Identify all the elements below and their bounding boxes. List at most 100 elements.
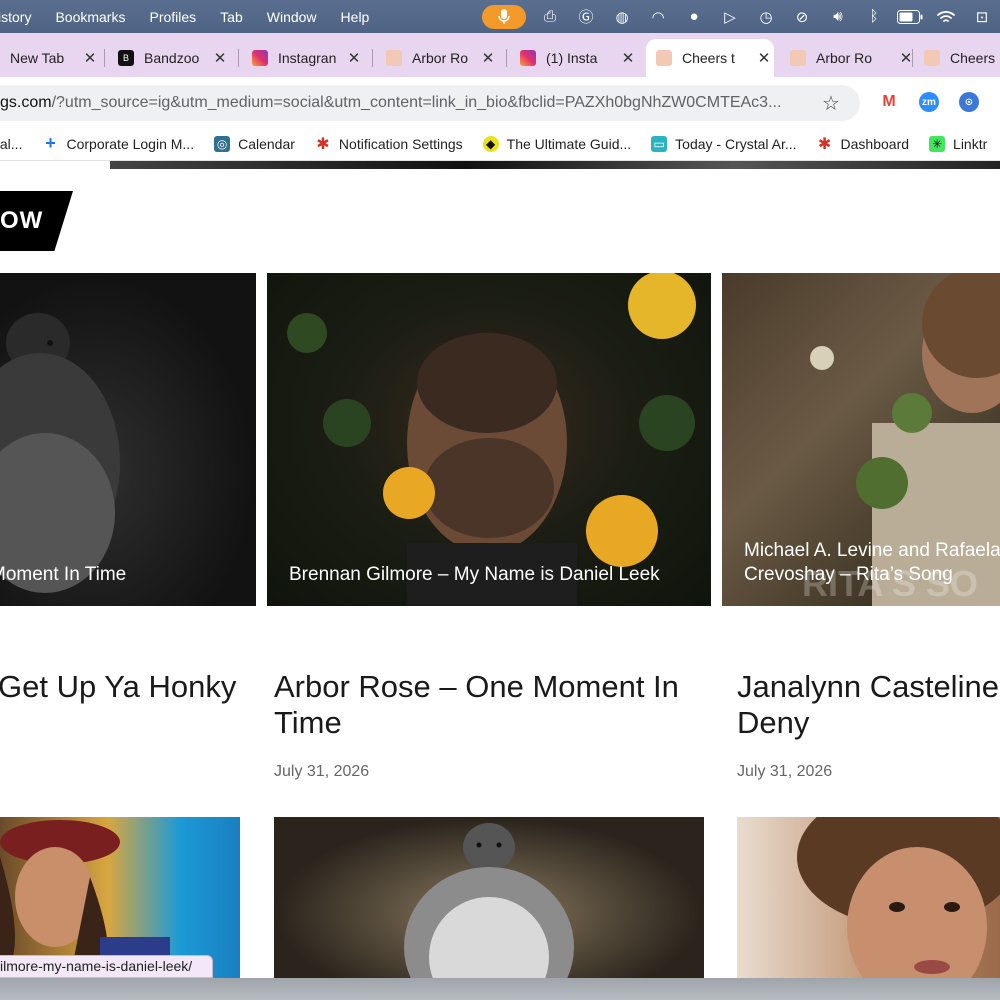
menu-window[interactable]: Window <box>255 9 329 25</box>
site-icon <box>386 50 402 66</box>
card-caption: Brennan Gilmore – My Name is Daniel Leek <box>289 564 660 585</box>
card-caption: Moment In Time <box>0 564 127 585</box>
site-icon <box>790 50 806 66</box>
bookmark-portal[interactable]: tal... <box>0 136 22 152</box>
tab-separator <box>238 49 239 67</box>
tab-instagram-notifications[interactable]: (1) Insta ✕ <box>520 39 638 77</box>
close-icon[interactable]: ✕ <box>344 49 364 67</box>
post-title-line: Janalynn Casteline <box>737 669 999 704</box>
site-icon <box>656 50 672 66</box>
pigeon-image <box>0 313 120 593</box>
wireless-off-icon[interactable]: ⊘ <box>784 0 820 33</box>
menu-tab[interactable]: Tab <box>208 9 255 25</box>
post-thumbnail-janalynn[interactable] <box>737 817 1000 978</box>
grammarly-icon[interactable]: Ⓖ <box>568 0 604 33</box>
close-icon[interactable]: ✕ <box>478 49 498 67</box>
tab-cheers-2[interactable]: Cheers <box>924 39 1000 77</box>
extension-icon[interactable]: ⊙ <box>959 92 979 112</box>
pigeon-image <box>404 823 574 978</box>
post-thumbnail-pigeon[interactable] <box>274 817 704 978</box>
web-page: OW Moment In Time Brennan Gilmore – My N… <box>0 161 1000 978</box>
tab-instagram[interactable]: Instagran ✕ <box>252 39 364 77</box>
post-date: July 31, 2026 <box>274 763 370 780</box>
close-icon[interactable]: ✕ <box>210 49 230 67</box>
browser-toolbar: gs.com/?utm_source=ig&utm_medium=social&… <box>0 77 1000 127</box>
bookmark-label: Linktr <box>953 135 988 152</box>
tab-title: Bandzoo <box>144 50 200 66</box>
post-title-get-up-ya-honky[interactable]: Get Up Ya Honky <box>0 669 236 705</box>
bookmark-corporate-login[interactable]: + Corporate Login M... <box>42 133 194 153</box>
post-thumbnail-musician[interactable] <box>0 817 240 978</box>
bookmark-label: Notification Settings <box>338 135 463 152</box>
featured-card-ritas-song[interactable]: RITA'S SO Michael A. Levine and Rafaela … <box>722 273 1000 606</box>
bookmarks-bar: tal... + Corporate Login M... ◎ Calendar… <box>0 127 1000 161</box>
featured-card-brennan-gilmore[interactable]: Brennan Gilmore – My Name is Daniel Leek <box>267 273 711 606</box>
zoom-icon[interactable]: zm <box>919 92 939 112</box>
featured-card-arbor-rose[interactable]: Moment In Time <box>0 273 256 606</box>
printer-icon[interactable]: ⎙ <box>532 0 568 33</box>
macos-menu-bar: istory Bookmarks Profiles Tab Window Hel… <box>0 0 1000 33</box>
tab-arbor-rose[interactable]: Arbor Ro ✕ <box>386 39 498 77</box>
menu-history[interactable]: istory <box>0 9 43 25</box>
close-icon[interactable]: ✕ <box>618 49 638 67</box>
bookmark-calendar[interactable]: ◎ Calendar <box>214 135 295 152</box>
bookmark-label: The Ultimate Guid... <box>506 135 632 152</box>
card-caption-line-2: Crevoshay – Rita’s Song <box>744 564 953 585</box>
menu-help[interactable]: Help <box>329 9 382 25</box>
today-icon: ▭ <box>651 135 668 152</box>
close-icon[interactable]: ✕ <box>896 49 916 67</box>
woman-portrait-image <box>797 817 1000 978</box>
post-title-line: Get Up Ya Honky <box>0 669 237 704</box>
menu-bookmarks[interactable]: Bookmarks <box>43 9 137 25</box>
volume-icon[interactable]: 🔊︎ <box>820 0 856 33</box>
close-icon[interactable]: ✕ <box>80 49 100 67</box>
tab-separator <box>104 49 105 67</box>
post-title-janalynn[interactable]: Janalynn Casteline Deny <box>737 669 999 741</box>
tab-separator <box>506 49 507 67</box>
url-host: gs.com <box>0 94 52 111</box>
password-icon[interactable]: ◍ <box>604 0 640 33</box>
bandzoogle-icon: B <box>118 50 134 66</box>
bookmark-label: Dashboard <box>840 135 910 152</box>
post-date: July 31, 2026 <box>737 763 833 780</box>
musician-image <box>0 820 170 978</box>
status-area: ⎙ Ⓖ ◍ ◠ ● ▷ ◷ ⊘ 🔊︎ ᛒ ⊡ <box>482 0 1000 33</box>
tab-strip: New Tab ✕ B Bandzoo ✕ Instagran ✕ Arbor … <box>0 33 1000 77</box>
post-title-line: Arbor Rose – One Moment In <box>274 669 679 704</box>
bookmark-label: Calendar <box>238 135 295 152</box>
address-bar[interactable]: gs.com/?utm_source=ig&utm_medium=social&… <box>0 85 860 121</box>
vpn-icon[interactable]: ◠ <box>640 0 676 33</box>
post-title-line: Time <box>274 705 342 740</box>
time-machine-icon[interactable]: ◷ <box>748 0 784 33</box>
post-title-arbor-rose[interactable]: Arbor Rose – One Moment In Time <box>274 669 679 741</box>
tab-bandzoogle[interactable]: B Bandzoo ✕ <box>118 39 230 77</box>
screen-icon[interactable]: ⊡ <box>964 0 1000 33</box>
close-icon[interactable]: ✕ <box>754 49 774 67</box>
gmail-icon[interactable]: M <box>879 92 899 112</box>
user-icon[interactable]: ● <box>676 0 712 33</box>
battery-icon[interactable] <box>892 0 928 33</box>
bookmark-linktree[interactable]: ✳ Linktr <box>929 135 988 152</box>
bookmark-notification-settings[interactable]: ✱ Notification Settings <box>315 135 463 153</box>
tab-new-tab[interactable]: New Tab ✕ <box>10 39 100 77</box>
bookmark-dashboard[interactable]: ✱ Dashboard <box>817 135 910 153</box>
bookmark-label: Today - Crystal Ar... <box>675 135 797 152</box>
play-icon[interactable]: ▷ <box>712 0 748 33</box>
tab-title: Cheers t <box>682 50 735 66</box>
card-caption-line-1: Michael A. Levine and Rafaela <box>744 540 1000 561</box>
post-title-line: Deny <box>737 705 810 740</box>
tab-arbor-rose-2[interactable]: Arbor Ro ✕ <box>790 39 916 77</box>
bookmark-today-crystal[interactable]: ▭ Today - Crystal Ar... <box>651 135 797 152</box>
instagram-icon <box>252 50 268 66</box>
tab-cheers-active[interactable]: Cheers t ✕ <box>646 39 774 77</box>
bookmark-ultimate-guide[interactable]: ◆ The Ultimate Guid... <box>482 135 632 152</box>
header-image-strip <box>110 161 1000 169</box>
tab-separator <box>372 49 373 67</box>
wifi-icon[interactable] <box>928 0 964 33</box>
calendar-icon: ◎ <box>214 135 231 152</box>
notification-icon: ✱ <box>316 135 330 153</box>
menu-profiles[interactable]: Profiles <box>137 9 208 25</box>
bookmark-star-icon[interactable]: ☆ <box>822 91 840 116</box>
microphone-icon[interactable] <box>482 4 526 29</box>
bluetooth-icon[interactable]: ᛒ <box>856 0 892 33</box>
